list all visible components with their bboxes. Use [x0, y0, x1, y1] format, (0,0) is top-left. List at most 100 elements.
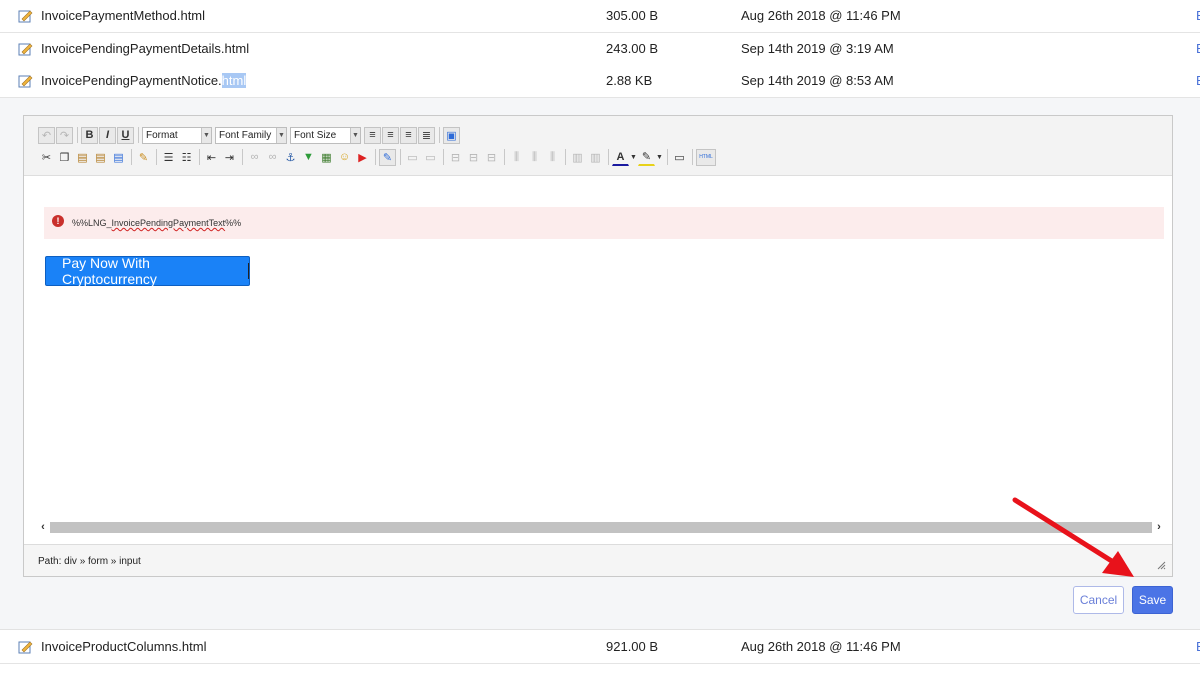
- cancel-button[interactable]: Cancel: [1073, 586, 1124, 614]
- horizontal-rule-icon[interactable]: ▭: [671, 149, 688, 166]
- alert-prefix: %%LNG_: [72, 218, 112, 228]
- resize-grip-icon[interactable]: [1157, 561, 1166, 570]
- file-edit-icon: [18, 74, 33, 88]
- editor-statusbar: Path: div » form » input: [24, 544, 1172, 576]
- file-edit-icon: [18, 9, 33, 23]
- file-row[interactable]: InvoicePendingPaymentDetails.html 243.00…: [0, 33, 1200, 66]
- rich-text-editor: ↶ ↷ B I U Format ▼ Font Family ▼ Font Si…: [23, 115, 1173, 577]
- chevron-down-icon: ▼: [350, 127, 360, 143]
- paste-icon[interactable]: ▤: [74, 149, 91, 166]
- edit-link[interactable]: E: [1196, 8, 1200, 23]
- toolbar-separator: [199, 149, 200, 165]
- merge-cells-icon[interactable]: ▥: [569, 149, 586, 166]
- bullet-list-icon[interactable]: ☰: [160, 149, 177, 166]
- table-props-icon[interactable]: ▭: [422, 149, 439, 166]
- clean-format-icon[interactable]: ✎: [135, 149, 152, 166]
- chevron-down-icon: ▼: [276, 127, 286, 143]
- bold-button[interactable]: B: [81, 126, 98, 144]
- paste-word-icon[interactable]: ▤: [110, 149, 127, 166]
- split-cells-icon[interactable]: ▥: [587, 149, 604, 166]
- toolbar-separator: [439, 127, 440, 143]
- table-icon[interactable]: ▭: [404, 149, 421, 166]
- file-size: 2.88 KB: [606, 73, 653, 88]
- toolbar-separator: [156, 149, 157, 165]
- edit-link[interactable]: E: [1196, 41, 1200, 56]
- format-select[interactable]: Format ▼: [142, 126, 212, 144]
- align-right-icon[interactable]: ≡: [400, 126, 417, 144]
- text-color-icon[interactable]: A: [612, 149, 629, 166]
- file-row[interactable]: InvoicePendingPaymentNotice.html 2.88 KB…: [0, 65, 1200, 98]
- col-delete-icon[interactable]: ⫼: [544, 149, 561, 166]
- toolbar-separator: [504, 149, 505, 165]
- file-date: Sep 14th 2019 @ 8:53 AM: [741, 73, 894, 88]
- file-date: Sep 14th 2019 @ 3:19 AM: [741, 41, 894, 56]
- align-left-icon[interactable]: ≡: [364, 126, 381, 144]
- alert-text: %%LNG_InvoicePendingPaymentText%%: [72, 218, 241, 228]
- copy-icon[interactable]: ❐: [56, 149, 73, 166]
- toolbar-separator: [131, 149, 132, 165]
- file-date: Aug 26th 2018 @ 11:46 PM: [741, 8, 901, 23]
- file-size: 921.00 B: [606, 639, 659, 654]
- row-after-icon[interactable]: ⊟: [465, 149, 482, 166]
- toolbar-separator: [565, 149, 566, 165]
- file-name-base: InvoicePendingPaymentNotice.: [41, 73, 222, 88]
- edit-link[interactable]: E: [1196, 639, 1200, 654]
- emoticon-icon[interactable]: ☺: [336, 149, 353, 166]
- edit-link[interactable]: E: [1196, 73, 1200, 88]
- alert-icon: !: [52, 215, 64, 227]
- col-before-icon[interactable]: ⫼: [508, 149, 525, 166]
- col-after-icon[interactable]: ⫼: [526, 149, 543, 166]
- scrollbar-thumb[interactable]: [50, 521, 1152, 533]
- selected-text: html: [221, 73, 247, 88]
- outdent-icon[interactable]: ⇤: [203, 149, 220, 166]
- numbered-list-icon[interactable]: ☷: [178, 149, 195, 166]
- align-center-icon[interactable]: ≡: [382, 126, 399, 144]
- font-family-select[interactable]: Font Family ▼: [215, 126, 287, 144]
- align-justify-icon[interactable]: ≣: [418, 126, 435, 144]
- file-size: 305.00 B: [606, 8, 659, 23]
- scroll-left-icon[interactable]: ‹: [36, 520, 50, 534]
- alert-variable: InvoicePendingPaymentText: [111, 218, 226, 228]
- indent-icon[interactable]: ⇥: [221, 149, 238, 166]
- paste-text-icon[interactable]: ▤: [92, 149, 109, 166]
- youtube-icon[interactable]: ▶: [354, 149, 371, 166]
- font-size-select[interactable]: Font Size ▼: [290, 126, 361, 144]
- toolbar-separator: [692, 149, 693, 165]
- row-before-icon[interactable]: ⊟: [447, 149, 464, 166]
- chevron-down-icon: ▼: [201, 127, 211, 143]
- html-button[interactable]: HTML: [696, 148, 716, 166]
- save-label: Save: [1138, 593, 1167, 607]
- media-icon[interactable]: ▦: [318, 149, 335, 166]
- file-name[interactable]: InvoicePendingPaymentDetails.html: [41, 41, 249, 56]
- row-delete-icon[interactable]: ⊟: [483, 149, 500, 166]
- horizontal-scrollbar[interactable]: ‹ ›: [36, 520, 1166, 534]
- underline-button[interactable]: U: [117, 126, 134, 144]
- toolbar-row-2: ✂ ❐ ▤ ▤ ▤ ✎ ☰ ☷ ⇤ ⇥ ∞ ∞ ⚓ ▼ ▦ ☺ ▶ ✎ ▭ ▭: [38, 147, 717, 167]
- undo-icon[interactable]: ↶: [38, 126, 55, 144]
- cut-icon[interactable]: ✂: [38, 149, 55, 166]
- file-row[interactable]: InvoicePaymentMethod.html 305.00 B Aug 2…: [0, 0, 1200, 33]
- highlight-color-icon[interactable]: ✎: [638, 149, 655, 166]
- file-name[interactable]: InvoicePendingPaymentNotice.html: [41, 73, 247, 88]
- italic-button[interactable]: I: [99, 126, 116, 144]
- anchor-icon[interactable]: ⚓: [282, 149, 299, 166]
- edit-source-icon[interactable]: ✎: [379, 148, 396, 166]
- scroll-right-icon[interactable]: ›: [1152, 520, 1166, 534]
- format-select-label: Format: [146, 129, 178, 141]
- unlink-icon[interactable]: ∞: [264, 149, 281, 166]
- editor-content-area[interactable]: ! %%LNG_InvoicePendingPaymentText%% Pay …: [36, 184, 1166, 522]
- file-name[interactable]: InvoiceProductColumns.html: [41, 639, 206, 654]
- link-icon[interactable]: ∞: [246, 149, 263, 166]
- chevron-down-icon[interactable]: ▼: [630, 149, 637, 166]
- toolbar-separator: [77, 127, 78, 143]
- image-icon[interactable]: ▼: [300, 149, 317, 166]
- fullscreen-icon[interactable]: ▣: [443, 126, 460, 144]
- file-row[interactable]: InvoiceProductColumns.html 921.00 B Aug …: [0, 631, 1200, 664]
- file-name[interactable]: InvoicePaymentMethod.html: [41, 8, 205, 23]
- font-family-label: Font Family: [219, 129, 272, 141]
- pay-now-button[interactable]: Pay Now With Cryptocurrency: [45, 255, 250, 287]
- redo-icon[interactable]: ↷: [56, 126, 73, 144]
- chevron-down-icon[interactable]: ▼: [656, 149, 663, 166]
- html-button-label: HTML: [699, 154, 713, 160]
- save-button[interactable]: Save: [1132, 586, 1173, 614]
